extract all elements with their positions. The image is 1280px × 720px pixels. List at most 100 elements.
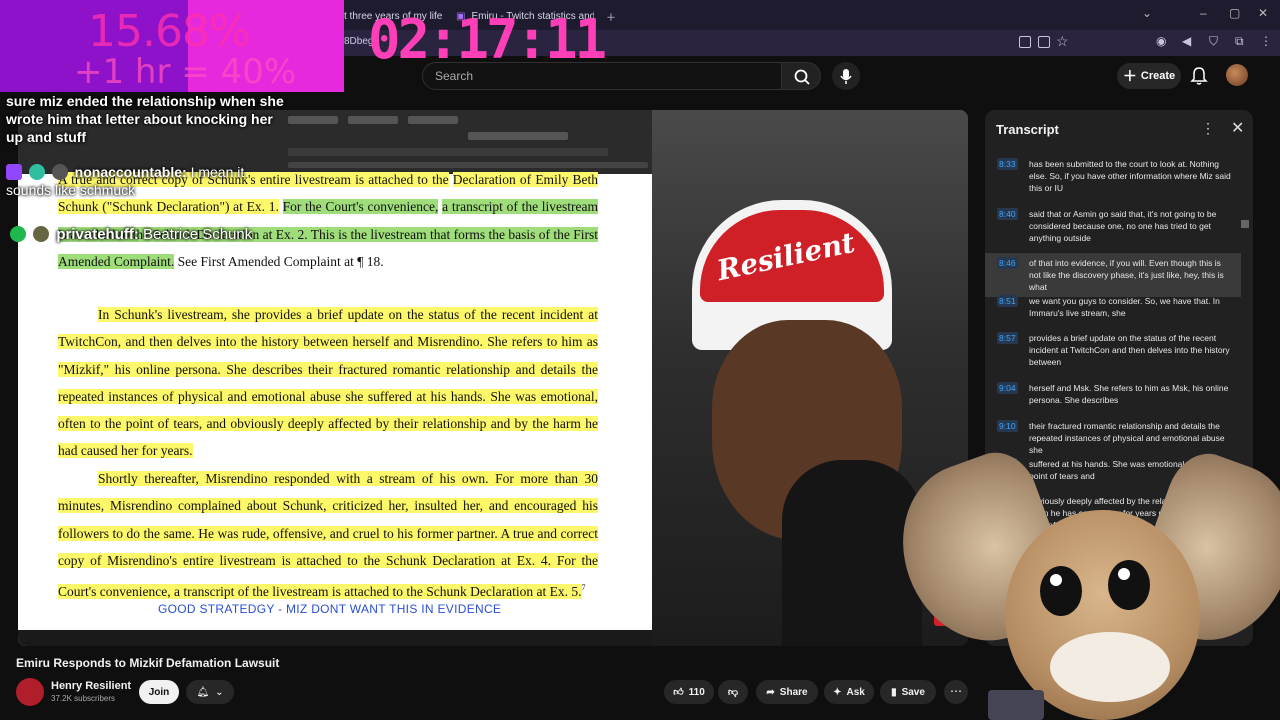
user-badge-icon [28,164,45,180]
bookmark-icon: ▮ [891,686,897,698]
menu-icon[interactable]: ⋮ [1260,34,1272,48]
save-button[interactable]: ▮ Save [880,680,936,704]
transcript-segment[interactable]: 8:33 has been submitted to the court to l… [985,154,1241,198]
doc-paragraph-3: Shortly thereafter, Misrendino responded… [58,465,598,605]
extensions-icon[interactable]: ⧉ [1235,34,1244,49]
transcript-segment[interactable]: 8:51 we want you guys to consider. So, we… [985,291,1241,323]
join-button[interactable]: Join [139,680,179,704]
segment-text: their fractured romantic relationship an… [1029,421,1225,455]
save-label: Save [901,686,925,698]
chat-message: nonaccountable: I mean it sounds like sc… [6,163,286,199]
windows-taskbar [18,630,652,646]
segment-text: provides a brief update on the status of… [1029,333,1230,367]
bell-icon[interactable] [1190,66,1208,86]
thumbs-up-icon: 👍︎ [673,687,684,698]
chat-text: sure miz ended the relationship when she… [6,93,284,145]
ask-button[interactable]: ✦ Ask [824,680,874,704]
notifications-button[interactable]: 🔔︎ ⌄ [186,680,234,704]
segment-timestamp[interactable]: 9:04 [997,382,1018,394]
doc-text: See First Amended Complaint at ¶ 18. [177,253,384,269]
segment-text: said that or Asmin go said that, it's no… [1029,209,1217,243]
segment-timestamp[interactable]: 8:40 [997,208,1018,220]
share-icon: ➦ [766,686,775,698]
voice-search-button[interactable] [832,62,860,90]
segment-timestamp[interactable]: 8:46 [997,257,1018,269]
plus-icon: ＋ [1122,68,1137,84]
microphone [782,460,922,646]
goal-percentage: 15.68% [88,6,251,57]
sparkle-icon: ✦ [833,686,842,698]
stream-timer: 02:17:11 [368,8,607,71]
user-badge-icon [10,226,26,242]
shield-icon[interactable]: ⛉ [1209,34,1218,49]
mini-tab [408,116,458,124]
chat-message: sure miz ended the relationship when she… [6,92,286,146]
screen: t three years of my life [ ✕ ▣ Emiru - T… [0,0,1280,720]
screenshot-icon[interactable] [1019,36,1031,48]
channel-avatar[interactable] [16,678,44,706]
moth-ruff [1050,632,1170,702]
create-label: Create [1140,70,1176,82]
more-icon[interactable]: ⋯ [944,680,968,704]
minimize-icon[interactable]: – [1200,6,1207,20]
recommended-thumbnail[interactable] [988,690,1044,720]
subscriber-count: 37.2K subscribers [51,694,116,703]
segment-text: of that into evidence, if you will. Even… [1029,258,1224,292]
close-icon[interactable]: ✕ [1231,118,1244,138]
segment-text: we want you guys to consider. So, we hav… [1029,296,1220,318]
video-title: Emiru Responds to Mizkif Defamation Laws… [16,656,280,670]
window-close-icon[interactable]: ✕ [1258,6,1268,20]
moth-eye-left [1040,566,1082,616]
speaker-icon[interactable]: ◀ [1182,34,1191,48]
segment-text: herself and Msk. She refers to him as Ms… [1029,383,1229,405]
user-avatar-icon [33,226,50,242]
mini-address [468,132,568,140]
share-label: Share [779,686,808,698]
doc-text: Shortly thereafter, Misrendino responded… [58,471,598,599]
share-button[interactable]: ➦ Share [756,680,818,704]
channel-name[interactable]: Henry Resilient [51,680,131,692]
subtitle-caption: GOOD STRATEDGY - MIZ DONT WANT THIS IN E… [158,602,502,616]
doc-text-green: For the Court's convenience, [282,199,439,215]
chat-text: Beatrice Schunk [143,226,253,243]
mini-bookmarks [288,148,608,156]
like-count: 110 [688,686,705,698]
search-button[interactable] [781,62,821,90]
segment-timestamp[interactable]: 8:33 [997,158,1018,170]
segment-timestamp[interactable]: 9:10 [997,420,1018,432]
thumbs-down-icon: 👎︎ [727,687,739,698]
goal-hour-text: +1 hr = 40% [74,52,297,92]
segment-timestamp[interactable]: 8:51 [997,295,1018,307]
profile-icon[interactable]: ◉ [1156,34,1166,48]
transcript-segment[interactable]: 8:40 said that or Asmin go said that, it'… [985,204,1241,248]
segment-timestamp[interactable]: 8:57 [997,332,1018,344]
footnote-mark: 7 [581,583,586,593]
doc-text: In Schunk's livestream, she provides a b… [58,307,598,459]
create-button[interactable]: ＋ Create [1117,63,1181,89]
transcript-title: Transcript [996,122,1059,137]
transcript-segment[interactable]: 9:04 herself and Msk. She refers to him a… [985,378,1241,410]
plus-icon: ＋ [606,12,616,24]
dislike-button[interactable]: 👎︎ [718,680,748,704]
kebab-icon[interactable]: ⋮ [1201,120,1215,137]
transcript-scrollbar[interactable] [1241,220,1249,228]
ask-label: Ask [846,686,865,698]
reading-mode-icon[interactable] [1038,36,1050,48]
mini-tab [288,116,338,124]
chat-username: nonaccountable: [74,164,187,180]
doc-paragraph-2: In Schunk's livestream, she provides a b… [58,301,598,465]
mini-tab [348,116,398,124]
search-icon [794,69,810,85]
account-avatar[interactable] [1226,64,1248,86]
new-tab-button[interactable]: ＋ [606,6,620,26]
mic-icon [840,69,852,84]
bell-icon: 🔔︎ [196,686,210,698]
chevron-down-icon: ⌄ [215,686,224,698]
maximize-icon[interactable]: ▢ [1229,6,1240,20]
transcript-segment[interactable]: 8:57 provides a brief update on the statu… [985,328,1241,372]
tab-list-chevron-icon[interactable]: ⌄ [1142,6,1152,20]
like-button[interactable]: 👍︎ 110 [664,680,714,704]
segment-text: has been submitted to the court to look … [1029,159,1231,193]
bookmark-star-icon[interactable]: ☆ [1056,33,1069,50]
twitch-badge-icon [6,164,22,180]
